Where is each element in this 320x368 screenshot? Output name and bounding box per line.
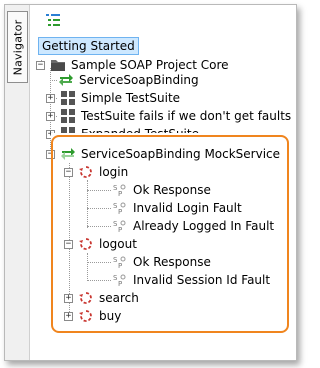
- tree-item-label: Sample SOAP Project Core: [71, 58, 229, 72]
- tree-item-response[interactable]: S P Already Logged In Fault: [112, 217, 274, 235]
- mock-response-icon: S P: [113, 256, 126, 270]
- tree-item-label: Simple TestSuite: [81, 91, 181, 105]
- tree-item-testsuite[interactable]: + Simple TestSuite: [46, 89, 180, 107]
- tree-item-label: logout: [99, 237, 137, 251]
- expand-toggle[interactable]: +: [64, 311, 73, 321]
- tree-connector: [87, 226, 111, 227]
- mock-operation-icon: [79, 310, 92, 322]
- highlight-mask: [51, 133, 289, 143]
- tree-item-label: Ok Response: [133, 255, 211, 269]
- tree-item-label: Ok Response: [133, 183, 211, 197]
- tree-item-label: ServiceSoapBinding: [79, 73, 199, 87]
- tree-item-label: Invalid Login Fault: [133, 201, 242, 215]
- mock-response-icon: S P: [113, 184, 126, 198]
- tree-item-operation-search[interactable]: + search: [64, 289, 139, 307]
- testsuite-grid-icon: [61, 91, 75, 105]
- tree-item-mock-service[interactable]: − ServiceSoapBinding MockService: [46, 145, 280, 163]
- collapse-toggle[interactable]: −: [64, 239, 73, 249]
- tree-view-icon[interactable]: [46, 14, 60, 26]
- expand-toggle[interactable]: +: [64, 293, 73, 303]
- tree-item-response[interactable]: S P Invalid Login Fault: [112, 199, 242, 217]
- tree-connector: [87, 280, 111, 281]
- tree-item-interface[interactable]: ServiceSoapBinding: [58, 71, 199, 89]
- expand-toggle[interactable]: +: [46, 111, 55, 121]
- tree-item-testsuite[interactable]: + TestSuite fails if we don't get faults: [46, 107, 291, 125]
- interface-arrows-icon: [59, 74, 73, 86]
- expand-toggle[interactable]: +: [46, 93, 55, 103]
- tree-item-label: TestSuite fails if we don't get faults: [81, 109, 292, 123]
- tree-item-response[interactable]: S P Invalid Session Id Fault: [112, 271, 270, 289]
- tree-item-label: login: [99, 165, 129, 179]
- tree-connector: [87, 253, 88, 279]
- mock-operation-icon: [79, 292, 92, 304]
- navigator-tab[interactable]: Navigator: [7, 11, 28, 83]
- tree-connector: [87, 262, 111, 263]
- mock-response-icon: S P: [113, 274, 126, 288]
- tree-connector: [50, 80, 57, 81]
- svg-text:P: P: [118, 226, 122, 234]
- mock-operation-icon: [79, 166, 92, 178]
- tree-item-operation-buy[interactable]: + buy: [64, 307, 121, 325]
- tree-item-label: Already Logged In Fault: [133, 219, 275, 233]
- tree-connector: [87, 180, 88, 228]
- navigator-tab-label: Navigator: [11, 19, 24, 75]
- tree-item-response[interactable]: S P Ok Response: [112, 181, 211, 199]
- navigator-panel: Navigator Getting Started − Sample SOAP …: [4, 4, 297, 361]
- mock-operation-icon: [79, 238, 92, 250]
- tree-item-response[interactable]: S P Ok Response: [112, 253, 211, 271]
- svg-text:P: P: [118, 190, 122, 198]
- workspace-title[interactable]: Getting Started: [38, 37, 139, 55]
- svg-text:P: P: [118, 280, 122, 288]
- tree-item-label: buy: [99, 309, 122, 323]
- tree-item-operation-login[interactable]: − login: [64, 163, 128, 181]
- mock-response-icon: S P: [113, 220, 126, 234]
- tree-item-label: ServiceSoapBinding MockService: [81, 147, 281, 161]
- tree-connector: [87, 208, 111, 209]
- tree-connector: [87, 190, 111, 191]
- svg-text:P: P: [118, 262, 122, 270]
- collapse-toggle[interactable]: −: [46, 149, 55, 159]
- collapse-toggle[interactable]: −: [36, 60, 45, 70]
- testsuite-grid-icon: [61, 109, 75, 123]
- tree-item-label: search: [99, 291, 139, 305]
- mock-response-icon: S P: [113, 202, 126, 216]
- side-tab-strip: Navigator: [5, 5, 30, 360]
- tree-item-label: Invalid Session Id Fault: [133, 273, 271, 287]
- tree-item-operation-logout[interactable]: − logout: [64, 235, 137, 253]
- mock-service-icon: [61, 148, 75, 160]
- collapse-toggle[interactable]: −: [64, 167, 73, 177]
- svg-text:P: P: [118, 208, 122, 216]
